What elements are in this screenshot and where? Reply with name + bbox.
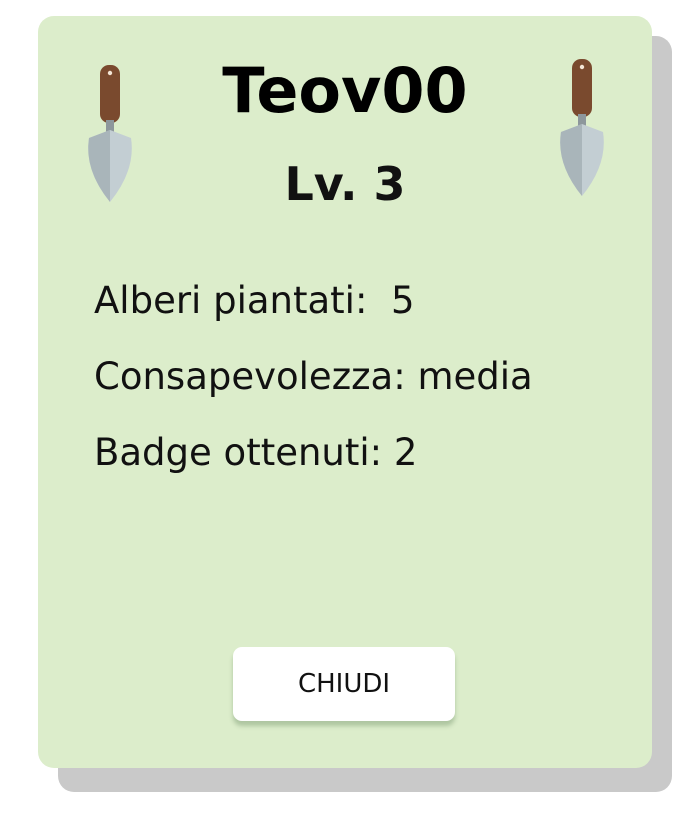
stats-list: Alberi piantati: 5 Consapevolezza: media…: [94, 278, 533, 506]
stat-trees-planted: Alberi piantati: 5: [94, 279, 415, 322]
level-label: Lv. 3: [284, 157, 406, 211]
stat-awareness: Consapevolezza: media: [94, 355, 533, 398]
profile-card: Teov00 Lv. 3 Alberi piantati: 5 Consapev…: [38, 16, 652, 768]
close-button[interactable]: CHIUDI: [233, 647, 455, 721]
username-title: Teov00: [222, 54, 468, 127]
stat-badges: Badge ottenuti: 2: [94, 431, 418, 474]
